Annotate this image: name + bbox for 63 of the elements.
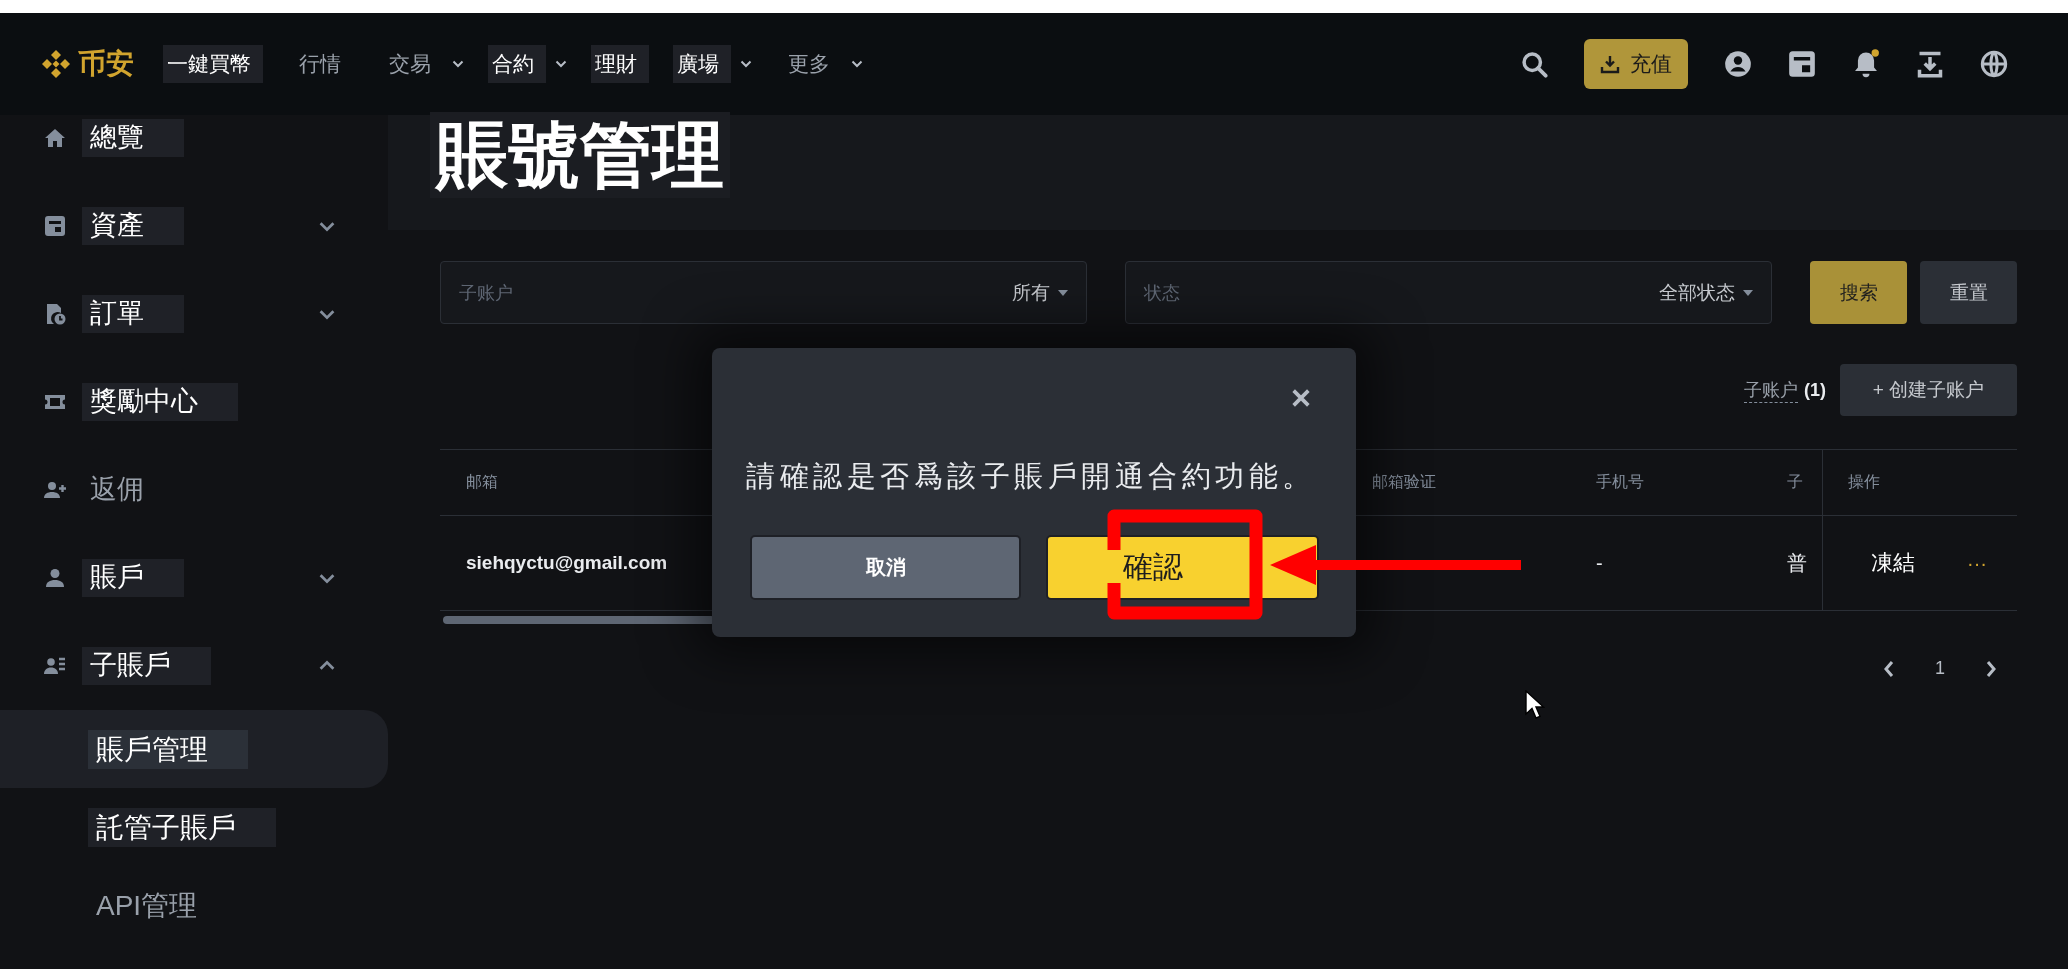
- next-page-icon[interactable]: [1985, 658, 1997, 679]
- column-header: 手机号: [1596, 472, 1644, 492]
- create-subaccount-button[interactable]: + 创建子账户: [1840, 364, 2017, 416]
- caret-icon[interactable]: [452, 60, 464, 68]
- more-button[interactable]: ···: [1967, 551, 1987, 575]
- download-tray-icon[interactable]: [1916, 50, 1944, 78]
- sidebar-item[interactable]: 獎勵中心: [82, 383, 238, 421]
- nav-link[interactable]: 理財: [591, 45, 649, 83]
- deposit-button[interactable]: 充值: [1584, 39, 1688, 89]
- brand-name[interactable]: 币安: [78, 45, 134, 83]
- nav-link[interactable]: 合約: [488, 45, 546, 83]
- freeze-link[interactable]: 凍結: [1871, 548, 1915, 578]
- sidebar-subitem[interactable]: API管理: [88, 885, 206, 925]
- close-icon[interactable]: [1290, 387, 1312, 409]
- sidebar-subitem[interactable]: 託管子賬戶: [88, 807, 276, 847]
- search-button[interactable]: 搜索: [1810, 261, 1907, 324]
- home-icon[interactable]: [43, 126, 67, 150]
- table-cell: -: [1596, 551, 1603, 575]
- nav-link[interactable]: 廣場: [673, 45, 731, 83]
- column-header: 子: [1787, 472, 1803, 492]
- page-number[interactable]: 1: [1935, 658, 1945, 679]
- horizontal-scrollbar[interactable]: [443, 616, 715, 624]
- subaccount-count-label[interactable]: 子账户: [1744, 377, 1798, 403]
- caret-icon[interactable]: [555, 60, 567, 68]
- subaccount-count: (1): [1804, 379, 1826, 401]
- globe-icon[interactable]: [1980, 50, 2008, 78]
- column-header: 邮箱验证: [1372, 472, 1436, 492]
- user-circle-icon[interactable]: [1724, 50, 1752, 78]
- cancel-button[interactable]: 取消: [750, 535, 1021, 600]
- sidebar-item[interactable]: 訂單: [82, 295, 184, 333]
- sidebar-subitem[interactable]: 賬戶管理: [88, 729, 248, 769]
- nav-link[interactable]: 行情: [287, 45, 353, 83]
- filter-select[interactable]: 状态 全部状态: [1125, 261, 1772, 324]
- wallet-icon[interactable]: [1788, 50, 1816, 78]
- download-icon: [1600, 54, 1620, 74]
- selected-sidebar-row[interactable]: 賬戶管理: [0, 710, 388, 788]
- caret-icon: [1743, 289, 1753, 296]
- diamond-logo-icon[interactable]: [40, 48, 72, 80]
- dialog-message: 請確認是否爲該子賬戶開通合約功能。: [746, 459, 1316, 494]
- search-icon[interactable]: [1520, 50, 1548, 78]
- page-title: 賬號管理: [430, 112, 730, 199]
- nav-link[interactable]: 一鍵買幣: [163, 45, 263, 83]
- bell-icon[interactable]: [1852, 49, 1880, 79]
- filter-select[interactable]: 子账户 所有: [440, 261, 1087, 324]
- column-header: 操作: [1848, 472, 1880, 492]
- wallet-icon[interactable]: [43, 214, 67, 238]
- caret-icon: [1058, 289, 1068, 296]
- table-cell-text: 普: [1787, 550, 1807, 576]
- nav-link[interactable]: 交易: [377, 45, 443, 83]
- person-icon[interactable]: [43, 566, 67, 590]
- column-header: 邮箱: [466, 472, 498, 492]
- caret-icon[interactable]: [851, 60, 863, 68]
- sidebar-item[interactable]: 總覽: [82, 119, 184, 157]
- caret-icon[interactable]: [740, 60, 752, 68]
- previous-page-icon[interactable]: [1883, 658, 1895, 679]
- mouse-pointer-icon: [1525, 690, 1545, 720]
- table-cell: siehqyctu@gmail.com: [466, 552, 668, 574]
- sidebar-item[interactable]: 資產: [82, 207, 184, 245]
- reset-button[interactable]: 重置: [1920, 261, 2017, 324]
- sidebar-item[interactable]: 返佣: [82, 471, 152, 509]
- sidebar-item[interactable]: 子賬戶: [82, 647, 211, 685]
- sidebar-item[interactable]: 賬戶: [82, 559, 184, 597]
- nav-link[interactable]: 更多: [776, 45, 842, 83]
